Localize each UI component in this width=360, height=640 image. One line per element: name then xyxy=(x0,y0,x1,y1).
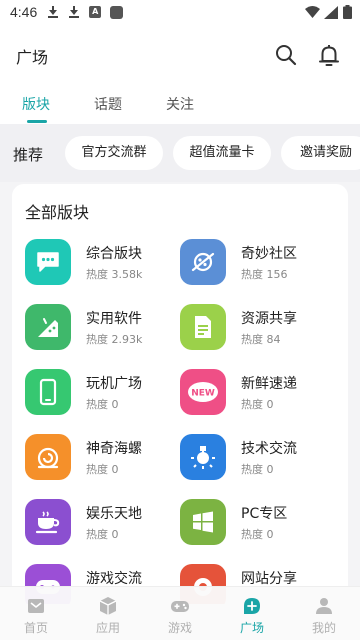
block-heat: 热度 0 xyxy=(241,398,274,411)
block-item-tech[interactable]: 技术交流 热度 0 xyxy=(180,432,330,482)
nav-label: 我的 xyxy=(311,621,336,635)
block-heat: 热度 0 xyxy=(241,463,274,476)
app-notification-icon: A xyxy=(89,6,102,18)
chat-bubble-icon xyxy=(25,239,71,285)
block-item-pc[interactable]: PC专区 热度 0 xyxy=(180,497,330,547)
block-name: 综合版块 xyxy=(86,246,142,262)
active-tab-indicator xyxy=(27,120,47,123)
block-name: 娱乐天地 xyxy=(86,506,142,522)
block-heat: 热度 3.58k xyxy=(86,268,143,281)
chip-official-group[interactable]: 官方交流群 xyxy=(65,136,163,170)
block-heat: 热度 2.93k xyxy=(86,333,143,346)
coffee-cup-icon xyxy=(25,499,71,545)
conch-shell-icon xyxy=(25,434,71,480)
top-app-bar: 广场 xyxy=(0,24,360,88)
download-icon xyxy=(47,6,59,18)
chip-data-card[interactable]: 超值流量卡 xyxy=(173,136,271,170)
recommend-label: 推荐 xyxy=(13,146,44,164)
download-icon xyxy=(68,6,80,18)
block-name: 网站分享 xyxy=(241,571,297,587)
block-heat: 热度 0 xyxy=(241,528,274,541)
profile-icon xyxy=(316,598,332,614)
block-name: 技术交流 xyxy=(241,441,297,457)
status-time: 4:46 xyxy=(10,4,38,20)
tab-topics[interactable]: 话题 xyxy=(94,94,122,114)
block-name: PC专区 xyxy=(241,506,288,522)
wifi-icon xyxy=(305,5,320,18)
notification-square-icon xyxy=(110,5,124,19)
block-name: 新鲜速递 xyxy=(241,376,297,392)
block-item-wonder[interactable]: 奇妙社区 热度 156 xyxy=(180,237,330,287)
nav-label: 首页 xyxy=(23,621,48,635)
new-badge-icon: NEW xyxy=(180,369,226,415)
cube-icon xyxy=(99,597,117,615)
block-item-entertainment[interactable]: 娱乐天地 热度 0 xyxy=(25,497,175,547)
bottom-navigation: 首页 应用 游戏 广场 我的 xyxy=(0,586,360,640)
phone-icon xyxy=(25,369,71,415)
android-icon xyxy=(25,304,71,350)
block-item-general[interactable]: 综合版块 热度 3.58k xyxy=(25,237,175,287)
block-item-phone-plaza[interactable]: 玩机广场 热度 0 xyxy=(25,367,175,417)
planet-icon xyxy=(180,239,226,285)
block-name: 资源共享 xyxy=(241,311,297,327)
block-name: 实用软件 xyxy=(86,311,142,327)
block-heat: 热度 0 xyxy=(86,528,119,541)
gamepad-icon xyxy=(171,601,189,612)
all-blocks-title: 全部版块 xyxy=(25,203,90,222)
all-blocks-card: 全部版块 综合版块 热度 3.58k 奇妙社区 热度 156 实用软件 热度 2… xyxy=(12,184,348,604)
chip-invite-reward[interactable]: 邀请奖励 xyxy=(281,136,360,170)
nav-label: 广场 xyxy=(239,621,264,635)
tab-blocks[interactable]: 版块 xyxy=(22,94,50,114)
svg-text:NEW: NEW xyxy=(191,389,215,399)
nav-games[interactable]: 游戏 xyxy=(144,587,216,640)
nav-apps[interactable]: 应用 xyxy=(72,587,144,640)
block-item-magic-conch[interactable]: 神奇海螺 热度 0 xyxy=(25,432,175,482)
block-item-software[interactable]: 实用软件 热度 2.93k xyxy=(25,302,175,352)
section-tabs: 版块 话题 关注 xyxy=(0,88,360,124)
nav-profile[interactable]: 我的 xyxy=(288,587,360,640)
page-title: 广场 xyxy=(16,48,49,67)
block-heat: 热度 0 xyxy=(86,398,119,411)
nav-home[interactable]: 首页 xyxy=(0,587,72,640)
square-chat-icon xyxy=(244,598,260,614)
windows-icon xyxy=(180,499,226,545)
search-icon[interactable] xyxy=(273,42,299,68)
nav-label: 游戏 xyxy=(167,621,192,635)
nav-label: 应用 xyxy=(95,621,120,635)
block-item-resources[interactable]: 资源共享 热度 84 xyxy=(180,302,330,352)
block-heat: 热度 156 xyxy=(241,268,288,281)
lightbulb-icon xyxy=(180,434,226,480)
block-heat: 热度 0 xyxy=(86,463,119,476)
block-name: 神奇海螺 xyxy=(86,441,142,457)
notification-bell-icon[interactable] xyxy=(316,42,342,68)
document-icon xyxy=(180,304,226,350)
block-item-fresh-news[interactable]: NEW 新鲜速递 热度 0 xyxy=(180,367,330,417)
tab-following[interactable]: 关注 xyxy=(166,94,194,114)
block-name: 奇妙社区 xyxy=(241,246,297,262)
block-name: 玩机广场 xyxy=(86,376,142,392)
recommend-bar: 推荐 官方交流群 超值流量卡 邀请奖励 xyxy=(0,124,360,182)
status-bar: 4:46 A xyxy=(0,0,360,24)
signal-icon xyxy=(324,5,338,19)
nav-plaza[interactable]: 广场 xyxy=(216,587,288,640)
block-name: 游戏交流 xyxy=(86,571,142,587)
block-heat: 热度 84 xyxy=(241,333,281,346)
home-icon xyxy=(28,599,44,613)
battery-icon xyxy=(343,5,352,19)
